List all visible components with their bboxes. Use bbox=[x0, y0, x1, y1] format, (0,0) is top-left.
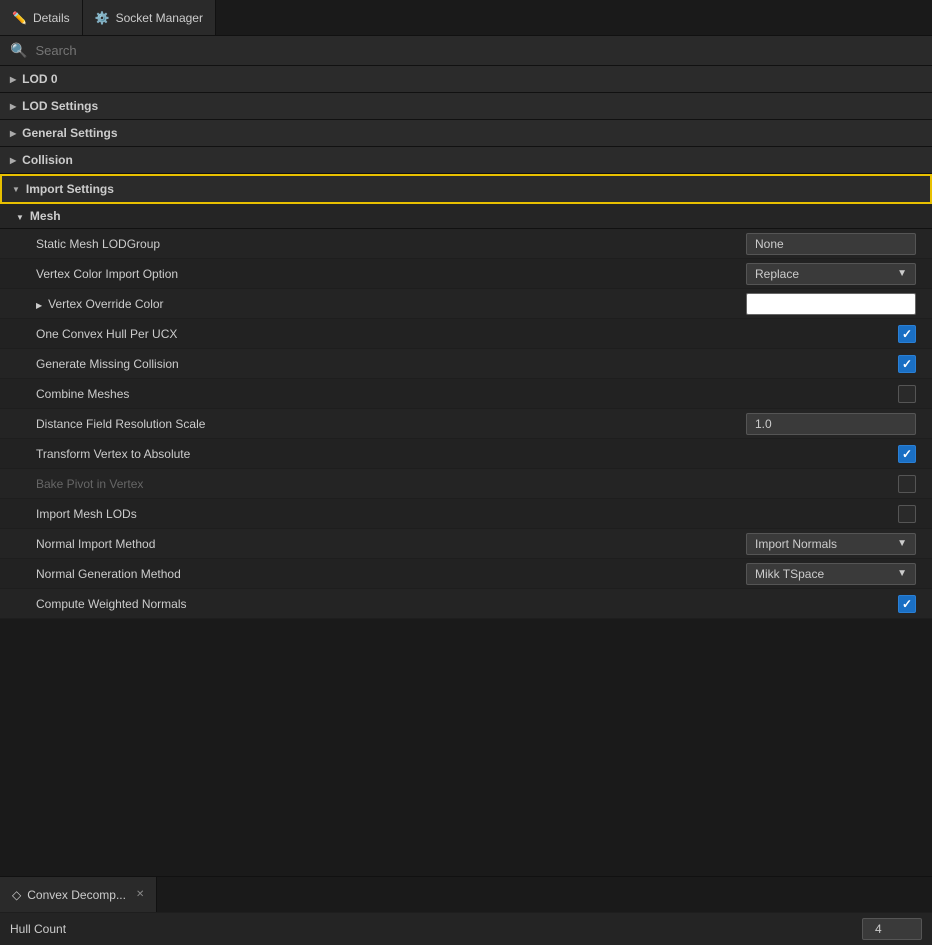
one-convex-hull-per-ucx-label: One Convex Hull Per UCX bbox=[0, 322, 724, 346]
socket-manager-icon: ⚙️ bbox=[95, 11, 110, 25]
tab-bar: ✏️ Details ⚙️ Socket Manager bbox=[0, 0, 932, 36]
compute-weighted-normals-checkbox[interactable] bbox=[898, 595, 916, 613]
generate-missing-collision-checkbox[interactable] bbox=[898, 355, 916, 373]
combine-meshes-label: Combine Meshes bbox=[0, 382, 724, 406]
bake-pivot-in-vertex-checkbox[interactable] bbox=[898, 475, 916, 493]
details-icon: ✏️ bbox=[12, 11, 27, 25]
generate-missing-collision-label: Generate Missing Collision bbox=[0, 352, 724, 376]
distance-field-resolution-scale-value: 1.0 bbox=[724, 410, 924, 438]
prop-vertex-override-color: Vertex Override Color bbox=[0, 289, 932, 319]
section-lod-settings-label: LOD Settings bbox=[22, 99, 98, 113]
compute-weighted-normals-value bbox=[724, 592, 924, 616]
generate-missing-collision-value bbox=[724, 352, 924, 376]
import-mesh-lods-label: Import Mesh LODs bbox=[0, 502, 724, 526]
prop-combine-meshes: Combine Meshes bbox=[0, 379, 932, 409]
prop-normal-generation-method: Normal Generation Method Mikk TSpace ▼ bbox=[0, 559, 932, 589]
section-lod-settings[interactable]: LOD Settings bbox=[0, 93, 932, 120]
sub-section-mesh-label: Mesh bbox=[30, 209, 61, 223]
normal-generation-method-label: Normal Generation Method bbox=[0, 562, 724, 586]
prop-transform-vertex-to-absolute: Transform Vertex to Absolute bbox=[0, 439, 932, 469]
search-icon: 🔍 bbox=[10, 42, 27, 59]
section-import-settings[interactable]: Import Settings bbox=[0, 174, 932, 204]
prop-static-mesh-lodgroup: Static Mesh LODGroup None bbox=[0, 229, 932, 259]
vertex-override-color-value bbox=[724, 290, 924, 318]
hull-count-value[interactable]: 4 bbox=[862, 918, 922, 940]
normal-import-method-chevron-icon: ▼ bbox=[897, 538, 907, 549]
transform-vertex-to-absolute-label: Transform Vertex to Absolute bbox=[0, 442, 724, 466]
tab-socket-manager-label: Socket Manager bbox=[116, 11, 203, 25]
section-general-settings-label: General Settings bbox=[22, 126, 117, 140]
vertex-override-color-swatch[interactable] bbox=[746, 293, 916, 315]
search-bar: 🔍 bbox=[0, 36, 932, 66]
prop-bake-pivot-in-vertex: Bake Pivot in Vertex bbox=[0, 469, 932, 499]
prop-import-mesh-lods: Import Mesh LODs bbox=[0, 499, 932, 529]
mesh-arrow-icon bbox=[16, 209, 24, 223]
general-settings-arrow-icon bbox=[10, 128, 16, 139]
prop-compute-weighted-normals: Compute Weighted Normals bbox=[0, 589, 932, 619]
bake-pivot-in-vertex-label: Bake Pivot in Vertex bbox=[0, 472, 724, 496]
vertex-color-chevron-icon: ▼ bbox=[897, 268, 907, 279]
tab-details-label: Details bbox=[33, 11, 70, 25]
section-lod[interactable]: LOD 0 bbox=[0, 66, 932, 93]
vertex-color-import-option-dropdown-value: Replace bbox=[755, 267, 799, 281]
convex-decomp-icon: ◇ bbox=[12, 888, 21, 902]
main-content: 🔍 LOD 0 LOD Settings General Settings Co… bbox=[0, 36, 932, 945]
tab-convex-decomp[interactable]: ◇ Convex Decomp... ✕ bbox=[0, 877, 157, 912]
distance-field-resolution-scale-label: Distance Field Resolution Scale bbox=[0, 412, 724, 436]
import-mesh-lods-checkbox[interactable] bbox=[898, 505, 916, 523]
section-general-settings[interactable]: General Settings bbox=[0, 120, 932, 147]
hull-count-row: Hull Count 4 bbox=[0, 912, 932, 945]
vertex-color-import-option-label: Vertex Color Import Option bbox=[0, 262, 724, 286]
vertex-color-import-option-value: Replace ▼ bbox=[724, 260, 924, 288]
compute-weighted-normals-label: Compute Weighted Normals bbox=[0, 592, 724, 616]
normal-import-method-dropdown-value: Import Normals bbox=[755, 537, 837, 551]
normal-generation-method-dropdown[interactable]: Mikk TSpace ▼ bbox=[746, 563, 916, 585]
normal-generation-method-value: Mikk TSpace ▼ bbox=[724, 560, 924, 588]
one-convex-hull-per-ucx-checkbox[interactable] bbox=[898, 325, 916, 343]
vertex-override-color-arrow-icon bbox=[36, 297, 42, 311]
convex-decomp-close-icon[interactable]: ✕ bbox=[136, 889, 144, 900]
static-mesh-lodgroup-dropdown[interactable]: None bbox=[746, 233, 916, 255]
bake-pivot-in-vertex-value bbox=[724, 472, 924, 496]
normal-import-method-value: Import Normals ▼ bbox=[724, 530, 924, 558]
static-mesh-lodgroup-label: Static Mesh LODGroup bbox=[0, 232, 724, 256]
tab-convex-decomp-label: Convex Decomp... bbox=[27, 888, 126, 902]
prop-generate-missing-collision: Generate Missing Collision bbox=[0, 349, 932, 379]
prop-distance-field-resolution-scale: Distance Field Resolution Scale 1.0 bbox=[0, 409, 932, 439]
combine-meshes-value bbox=[724, 382, 924, 406]
section-import-settings-label: Import Settings bbox=[26, 182, 114, 196]
transform-vertex-to-absolute-checkbox[interactable] bbox=[898, 445, 916, 463]
static-mesh-lodgroup-dropdown-value: None bbox=[755, 237, 784, 251]
lod-arrow-icon bbox=[10, 74, 16, 85]
import-settings-arrow-icon bbox=[12, 184, 20, 195]
prop-vertex-color-import-option: Vertex Color Import Option Replace ▼ bbox=[0, 259, 932, 289]
import-mesh-lods-value bbox=[724, 502, 924, 526]
section-collision[interactable]: Collision bbox=[0, 147, 932, 174]
tab-details[interactable]: ✏️ Details bbox=[0, 0, 83, 35]
one-convex-hull-per-ucx-value bbox=[724, 322, 924, 346]
combine-meshes-checkbox[interactable] bbox=[898, 385, 916, 403]
scrollable-content: LOD 0 LOD Settings General Settings Coll… bbox=[0, 66, 932, 876]
normal-import-method-dropdown[interactable]: Import Normals ▼ bbox=[746, 533, 916, 555]
collision-arrow-icon bbox=[10, 155, 16, 166]
bottom-tab-bar: ◇ Convex Decomp... ✕ bbox=[0, 876, 932, 912]
normal-import-method-label: Normal Import Method bbox=[0, 532, 724, 556]
prop-normal-import-method: Normal Import Method Import Normals ▼ bbox=[0, 529, 932, 559]
distance-field-resolution-scale-input[interactable]: 1.0 bbox=[746, 413, 916, 435]
normal-generation-method-chevron-icon: ▼ bbox=[897, 568, 907, 579]
vertex-color-import-option-dropdown[interactable]: Replace ▼ bbox=[746, 263, 916, 285]
tab-socket-manager[interactable]: ⚙️ Socket Manager bbox=[83, 0, 216, 35]
transform-vertex-to-absolute-value bbox=[724, 442, 924, 466]
vertex-override-color-label: Vertex Override Color bbox=[48, 297, 163, 311]
lod-settings-arrow-icon bbox=[10, 101, 16, 112]
hull-count-label: Hull Count bbox=[10, 922, 862, 936]
prop-one-convex-hull-per-ucx: One Convex Hull Per UCX bbox=[0, 319, 932, 349]
search-input[interactable] bbox=[35, 43, 922, 58]
normal-generation-method-dropdown-value: Mikk TSpace bbox=[755, 567, 824, 581]
section-collision-label: Collision bbox=[22, 153, 73, 167]
static-mesh-lodgroup-value: None bbox=[724, 230, 924, 258]
sub-section-mesh[interactable]: Mesh bbox=[0, 204, 932, 229]
section-lod-label: LOD 0 bbox=[22, 72, 57, 86]
